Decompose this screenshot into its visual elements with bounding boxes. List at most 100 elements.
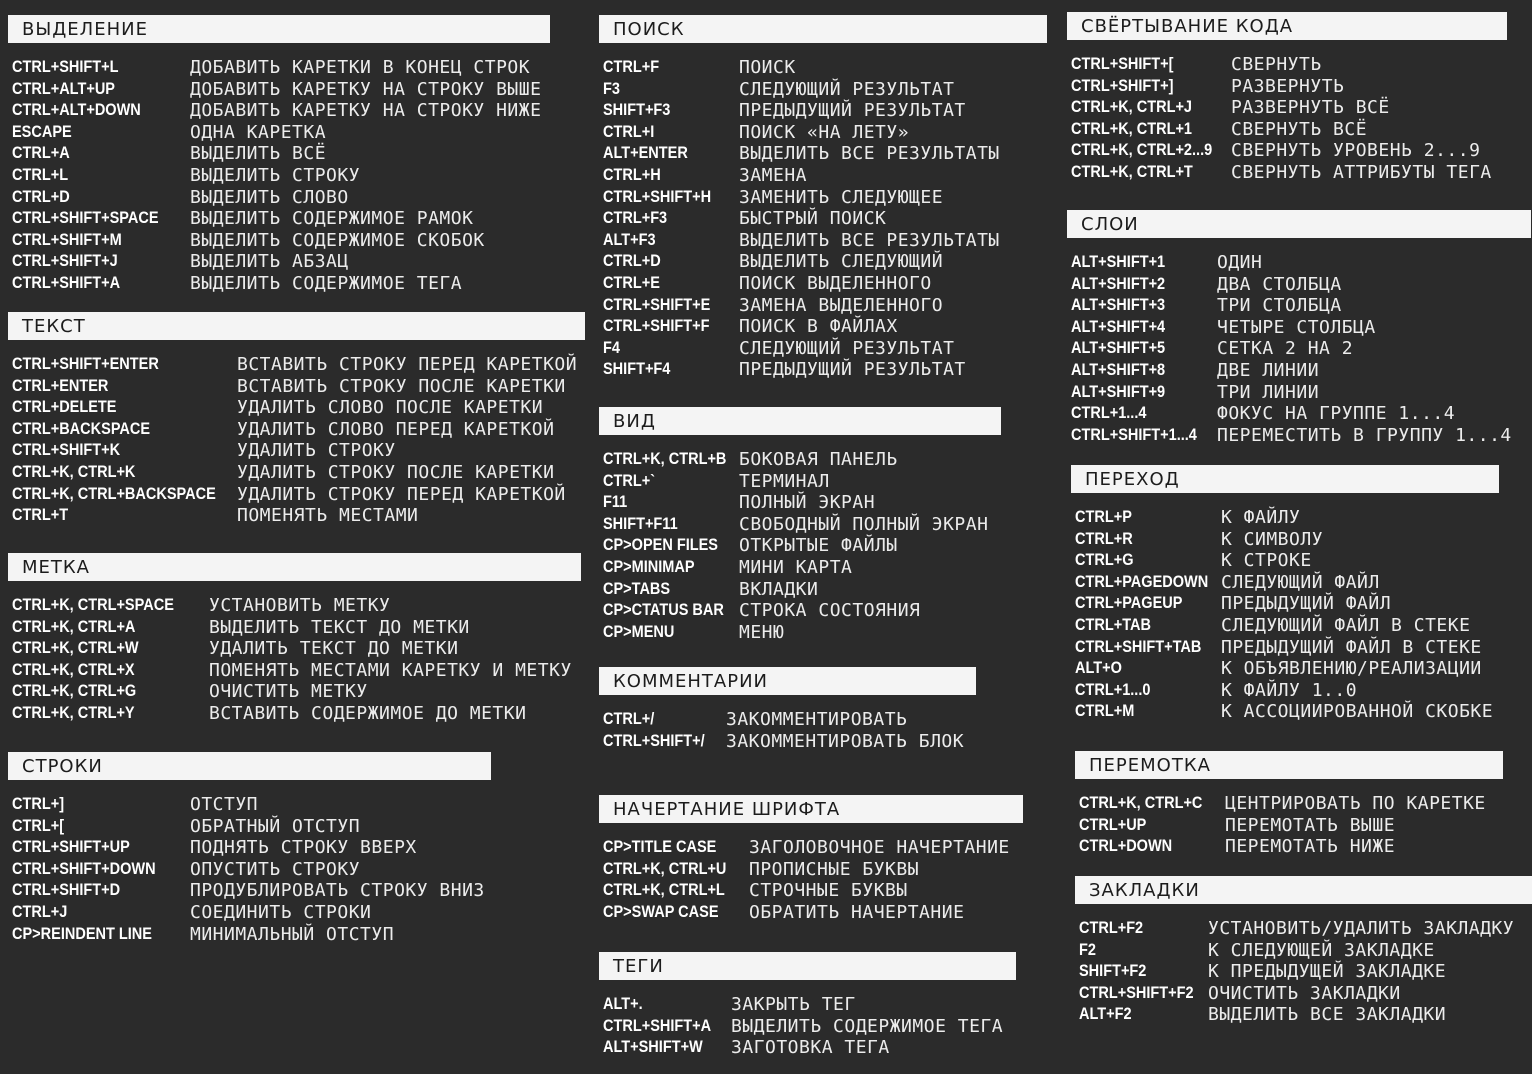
shortcut-row: CTRL+SHIFT+H ЗАМЕНИТЬ СЛЕДУЮЩЕЕ bbox=[603, 187, 1047, 209]
shortcut-key: CTRL+UP bbox=[1079, 815, 1147, 834]
shortcut-key: CTRL+SHIFT+SPACE bbox=[12, 209, 159, 228]
shortcut-description: К ФАЙЛУ 1..0 bbox=[1221, 679, 1358, 701]
shortcut-key: CTRL+E bbox=[603, 273, 660, 292]
shortcut-description: ВСТАВИТЬ СТРОКУ ПЕРЕД КАРЕТКОЙ bbox=[237, 354, 578, 375]
shortcut-key: CTRL+SHIFT+TAB bbox=[1075, 637, 1202, 656]
shortcut-key: CTRL+1...0 bbox=[1075, 680, 1151, 699]
shortcut-description: К ОБЪЯВЛЕНИЮ/РЕАЛИЗАЦИИ bbox=[1221, 658, 1482, 680]
shortcut-key: CTRL+M bbox=[1075, 702, 1135, 721]
shortcut-key: ALT+ENTER bbox=[603, 144, 688, 163]
shortcut-description: СВЕРНУТЬ УРОВЕНЬ 2...9 bbox=[1231, 140, 1481, 162]
shortcut-row: CTRL+DOWN ПЕРЕМОТАТЬ НИЖЕ bbox=[1079, 836, 1503, 858]
shortcut-description: СЛЕДУЮЩИЙ ФАЙЛ В СТЕКЕ bbox=[1221, 614, 1471, 636]
shortcut-description: ОБРАТИТЬ НАЧЕРТАНИЕ bbox=[749, 901, 965, 923]
shortcut-row: ALT+SHIFT+4 ЧЕТЫРЕ СТОЛБЦА bbox=[1071, 317, 1531, 339]
shortcut-description: ПЕРЕМОТАТЬ НИЖЕ bbox=[1225, 836, 1396, 858]
shortcut-row: CTRL+J СОЕДИНИТЬ СТРОКИ bbox=[12, 902, 491, 924]
shortcut-row: CTRL+SHIFT+/ ЗАКОММЕНТИРОВАТЬ БЛОК bbox=[603, 731, 976, 753]
shortcut-row: CTRL+SHIFT+F2 ОЧИСТИТЬ ЗАКЛАДКИ bbox=[1079, 983, 1532, 1005]
shortcut-description: ДОБАВИТЬ КАРЕТКУ НА СТРОКУ ВЫШЕ bbox=[190, 78, 542, 100]
shortcut-key: ALT+SHIFT+3 bbox=[1071, 296, 1166, 315]
shortcut-row: ALT+SHIFT+3 ТРИ СТОЛБЦА bbox=[1071, 295, 1531, 317]
shortcut-description: ВЫДЕЛИТЬ ВСЕ РЕЗУЛЬТАТЫ bbox=[739, 229, 1000, 251]
shortcut-key: CP>TITLE CASE bbox=[603, 838, 717, 856]
shortcut-key: CTRL+K, CTRL+B bbox=[603, 450, 727, 468]
shortcut-description: СЕТКА 2 НА 2 bbox=[1217, 338, 1354, 360]
shortcut-key: CTRL+SHIFT+ENTER bbox=[12, 355, 159, 373]
shortcut-row: CTRL+[ОБРАТНЫЙ ОТСТУП bbox=[12, 816, 491, 838]
shortcut-row: CTRL+1...4 ФОКУС НА ГРУППЕ 1...4 bbox=[1071, 403, 1531, 425]
shortcut-description: ВСТАВИТЬ СТРОКУ ПОСЛЕ КАРЕТКИ bbox=[237, 375, 566, 397]
shortcut-key: CTRL+1...4 bbox=[1071, 404, 1147, 423]
shortcut-key: CTRL+BACKSPACE bbox=[12, 419, 151, 438]
shortcut-key: F3 bbox=[603, 79, 620, 98]
shortcut-key: CTRL+SHIFT+D bbox=[12, 881, 121, 900]
shortcut-description: БЫСТРЫЙ ПОИСК bbox=[739, 208, 887, 230]
shortcut-key: CTRL+K, CTRL+1 bbox=[1071, 119, 1193, 138]
shortcut-row: ALT+SHIFT+8 ДВЕ ЛИНИИ bbox=[1071, 360, 1531, 382]
shortcut-row: CTRL+PAGEDOWN СЛЕДУЮЩИЙ ФАЙЛ bbox=[1075, 572, 1499, 594]
shortcut-key: ALT+SHIFT+1 bbox=[1071, 253, 1166, 271]
shortcut-description: ПРЕДЫДУЩИЙ РЕЗУЛЬТАТ bbox=[739, 100, 966, 122]
shortcut-key: CTRL+J bbox=[12, 902, 68, 921]
shortcut-row: CTRL+SHIFT+K УДАЛИТЬ СТРОКУ bbox=[12, 440, 585, 462]
shortcut-key: CTRL+G bbox=[1075, 551, 1134, 570]
shortcut-key: CTRL+D bbox=[12, 187, 70, 206]
shortcut-row: CTRL+K, CTRL+2...9 СВЕРНУТЬ УРОВЕНЬ 2...9 bbox=[1071, 140, 1507, 162]
shortcut-key: CTRL+SHIFT+] bbox=[1071, 76, 1174, 95]
shortcut-key: CTRL+ENTER bbox=[12, 376, 109, 395]
section-title: КОММЕНТАРИИ bbox=[599, 667, 976, 695]
shortcut-description: ДОБАВИТЬ КАРЕТКУ НА СТРОКУ НИЖЕ bbox=[190, 100, 542, 122]
shortcut-description: ЗАМЕНИТЬ СЛЕДУЮЩЕЕ bbox=[739, 186, 944, 208]
shortcut-description: ПРОДУБЛИРОВАТЬ СТРОКУ ВНИЗ bbox=[190, 880, 485, 902]
shortcut-row: CTRL+/ ЗАКОММЕНТИРОВАТЬ bbox=[603, 709, 976, 731]
shortcut-description: К СТРОКЕ bbox=[1221, 550, 1312, 572]
section-title: СЛОИ bbox=[1067, 210, 1531, 238]
shortcut-key: F11 bbox=[603, 493, 628, 512]
shortcut-description: УСТАНОВИТЬ МЕТКУ bbox=[209, 595, 391, 616]
shortcut-description: СВОБОДНЫЙ ПОЛНЫЙ ЭКРАН bbox=[739, 513, 989, 535]
shortcut-key: CTRL+L bbox=[12, 165, 69, 184]
shortcut-row: CTRL+K, CTRL+C ЦЕНТРИРОВАТЬ ПО КАРЕТКЕ bbox=[1079, 793, 1503, 815]
shortcut-key: CP>REINDENT LINE bbox=[12, 924, 152, 943]
shortcut-key: CTRL+DOWN bbox=[1079, 837, 1173, 856]
shortcut-row: CP>OPEN FILES ОТКРЫТЫЕ ФАЙЛЫ bbox=[603, 535, 1001, 557]
shortcut-description: ЗАКОММЕНТИРОВАТЬ bbox=[726, 709, 908, 730]
shortcut-row: CTRL+T ПОМЕНЯТЬ МЕСТАМИ bbox=[12, 505, 585, 527]
shortcut-key: ESCAPE bbox=[12, 122, 72, 141]
shortcut-row: CP>MENU МЕНЮ bbox=[603, 622, 1001, 644]
shortcut-row: CTRL+SHIFT+ENTER ВСТАВИТЬ СТРОКУ ПЕРЕД КА… bbox=[12, 354, 585, 376]
shortcut-row: ALT+SHIFT+5 СЕТКА 2 НА 2 bbox=[1071, 338, 1531, 360]
shortcut-description: БОКОВАЯ ПАНЕЛЬ bbox=[739, 449, 898, 470]
shortcut-description: ВЫДЕЛИТЬ СЛОВО bbox=[190, 186, 349, 208]
shortcut-description: ПОИСК bbox=[739, 57, 796, 78]
shortcut-row: ALT+ENTER ВЫДЕЛИТЬ ВСЕ РЕЗУЛЬТАТЫ bbox=[603, 143, 1047, 165]
shortcut-description: УСТАНОВИТЬ/УДАЛИТЬ ЗАКЛАДКУ bbox=[1208, 918, 1515, 939]
section-bookmarks: ЗАКЛАДКИ CTRL+F2 УСТАНОВИТЬ/УДАЛИТЬ ЗАКЛА… bbox=[1075, 876, 1532, 1026]
shortcut-row: CTRL+SHIFT+A ВЫДЕЛИТЬ СОДЕРЖИМОЕ ТЕГА bbox=[12, 273, 550, 295]
shortcut-row: CTRL+I ПОИСК «НА ЛЕТУ» bbox=[603, 122, 1047, 144]
shortcut-description: УДАЛИТЬ СТРОКУ bbox=[237, 440, 396, 462]
shortcut-row: CTRL+SHIFT+[СВЕРНУТЬ bbox=[1071, 54, 1507, 76]
shortcut-description: ДВЕ ЛИНИИ bbox=[1217, 359, 1320, 381]
shortcut-key: CTRL+] bbox=[12, 795, 65, 813]
shortcut-key: ALT+SHIFT+8 bbox=[1071, 360, 1166, 379]
shortcut-key: CTRL+K, CTRL+C bbox=[1079, 794, 1203, 812]
shortcut-key: CTRL+[ bbox=[12, 816, 65, 835]
shortcut-description: ВСТАВИТЬ СОДЕРЖИМОЕ ДО МЕТКИ bbox=[209, 702, 527, 724]
shortcut-description: ПОИСК ВЫДЕЛЕННОГО bbox=[739, 272, 932, 294]
shortcut-key: ALT+SHIFT+9 bbox=[1071, 382, 1166, 401]
shortcut-description: УДАЛИТЬ СЛОВО ПОСЛЕ КАРЕТКИ bbox=[237, 397, 544, 419]
shortcut-key: CTRL+K, CTRL+K bbox=[12, 462, 136, 481]
shortcut-description: ПРЕДЫДУЩИЙ РЕЗУЛЬТАТ bbox=[739, 359, 966, 381]
shortcut-key: CTRL+ALT+UP bbox=[12, 79, 115, 98]
shortcut-key: CP>MENU bbox=[603, 622, 675, 641]
shortcut-key: ALT+SHIFT+5 bbox=[1071, 339, 1166, 358]
shortcut-key: CTRL+K, CTRL+J bbox=[1071, 98, 1193, 117]
shortcut-row: CTRL+SHIFT+A ВЫДЕЛИТЬ СОДЕРЖИМОЕ ТЕГА bbox=[603, 1016, 1016, 1038]
section-title: ВЫДЕЛЕНИЕ bbox=[8, 15, 550, 43]
shortcut-row: CTRL+SHIFT+E ЗАМЕНА ВЫДЕЛЕННОГО bbox=[603, 295, 1047, 317]
shortcut-row: CTRL+K, CTRL+B БОКОВАЯ ПАНЕЛЬ bbox=[603, 449, 1001, 471]
shortcut-description: СВЕРНУТЬ bbox=[1231, 54, 1322, 75]
shortcut-description: СЛЕДУЮЩИЙ ФАЙЛ bbox=[1221, 571, 1380, 593]
